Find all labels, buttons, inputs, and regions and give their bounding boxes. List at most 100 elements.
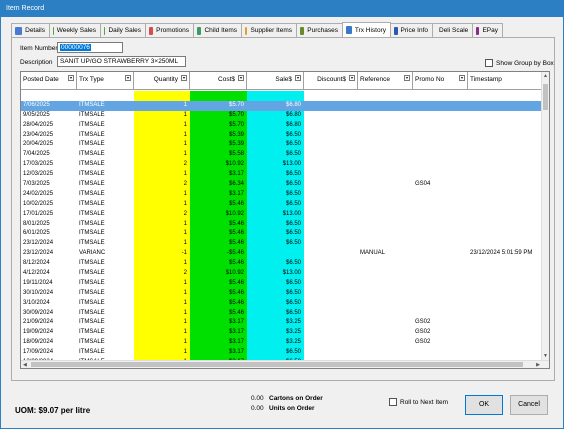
table-row[interactable]: 30/09/2024 ITMSALE 1 $5.46 $6.50: [21, 308, 543, 319]
table-row[interactable]: 3/10/2024 ITMSALE 1 $5.46 $6.50: [21, 298, 543, 309]
filter-icon[interactable]: ▾: [68, 75, 74, 81]
tab-epay[interactable]: EPay: [472, 23, 503, 37]
horizontal-scrollbar[interactable]: ◀ ▶: [21, 360, 549, 368]
cell-ref: [358, 298, 413, 309]
table-row[interactable]: 21/09/2024 ITMSALE 1 $3.17 $3.25 GS02: [21, 318, 543, 329]
table-row[interactable]: 28/04/2025 ITMSALE 1 $5.70 $6.80: [21, 120, 543, 131]
column-header-ts[interactable]: Timestamp: [468, 72, 543, 90]
filter-icon[interactable]: ▾: [459, 75, 465, 81]
roll-next-checkbox[interactable]: [389, 398, 397, 406]
tab-deli-scale[interactable]: Deli Scale: [432, 23, 473, 37]
vertical-scrollbar[interactable]: ▲ ▼: [541, 72, 549, 360]
cell-cost: $5.39: [190, 130, 247, 141]
description-field[interactable]: SANIT UP/GO STRAWBERRY 3×250ML: [57, 56, 186, 67]
cell-type: ITMSALE: [77, 269, 134, 279]
table-row[interactable]: 6/01/2025 ITMSALE 1 $5.46 $6.50: [21, 229, 543, 240]
cell-sale: $6.50: [247, 130, 304, 141]
tab-supplier-items[interactable]: Supplier Items: [241, 23, 297, 37]
cell-date: 23/12/2024: [21, 239, 77, 250]
table-row[interactable]: 23/12/2024 VARIANC -1 -$5.46 MANUAL 23/12/202…: [21, 249, 543, 260]
cell-ref: [358, 110, 413, 121]
table-row[interactable]: 19/09/2024 ITMSALE 1 $3.17 $3.25 GS02: [21, 328, 543, 339]
table-row[interactable]: 10/02/2025 ITMSALE 1 $5.46 $6.50: [21, 199, 543, 210]
table-row[interactable]: 7/03/2025 ITMSALE 2 $6.34 $6.50 GS04: [21, 180, 543, 190]
filter-icon[interactable]: ▾: [125, 75, 131, 81]
table-row[interactable]: 8/12/2024 ITMSALE 1 $5.46 $6.50: [21, 259, 543, 270]
column-header-ref[interactable]: Reference ▾: [358, 72, 413, 90]
table-row[interactable]: 9/05/2025 ITMSALE 1 $5.70 $6.80: [21, 110, 543, 121]
table-row[interactable]: 7/06/2025 ITMSALE 1 $5.70 $6.80: [21, 100, 543, 111]
cell-disc: [304, 189, 358, 200]
cell-sale: $6.50: [247, 229, 304, 240]
table-row[interactable]: 17/09/2024 ITMSALE 1 $3.17 $6.50: [21, 348, 543, 359]
cell-type: ITMSALE: [77, 259, 134, 270]
cell-ts: [468, 338, 543, 349]
table-row[interactable]: 8/01/2025 ITMSALE 1 $5.46 $6.50: [21, 219, 543, 230]
item-number-value: 00000076: [60, 44, 91, 51]
cell-qty: 2: [134, 269, 190, 279]
table-row[interactable]: 4/09/2024ITMSALE1$3.13$6.50: [21, 367, 543, 368]
cell-promo: [413, 259, 468, 270]
table-row[interactable]: 18/09/2024 ITMSALE 1 $3.17 $3.25 GS02: [21, 338, 543, 349]
column-header-promo[interactable]: Promo No ▾: [413, 72, 468, 90]
table-row[interactable]: 23/04/2025 ITMSALE 1 $5.39 $6.50: [21, 130, 543, 141]
show-group-checkbox[interactable]: [485, 59, 493, 67]
column-header-qty[interactable]: Quantity ▾: [134, 72, 190, 90]
table-row[interactable]: 24/02/2025 ITMSALE 1 $3.17 $6.50: [21, 189, 543, 200]
cell-ts: [468, 298, 543, 309]
table-row[interactable]: 30/10/2024 ITMSALE 1 $5.46 $6.50: [21, 288, 543, 299]
column-header-cost[interactable]: Cost$ ▾: [190, 72, 247, 90]
filter-icon[interactable]: ▾: [404, 75, 410, 81]
filter-icon[interactable]: ▾: [349, 75, 355, 81]
filter-icon[interactable]: ▾: [238, 75, 244, 81]
table-row[interactable]: 17/01/2025 ITMSALE 2 $10.92 $13.00: [21, 209, 543, 220]
filter-icon[interactable]: ▾: [181, 75, 187, 81]
vertical-scroll-thumb[interactable]: [543, 84, 548, 110]
horizontal-scroll-thumb[interactable]: [31, 362, 523, 367]
tab-details[interactable]: Details: [11, 23, 50, 37]
cell-date: 7/06/2025: [21, 100, 77, 111]
table-row[interactable]: 20/04/2025 ITMSALE 1 $5.39 $6.50: [21, 140, 543, 151]
cell-date: 23/12/2024: [21, 249, 77, 260]
cell-cost: $5.58: [190, 150, 247, 161]
tab-weekly-sales[interactable]: Weekly Sales: [49, 23, 101, 37]
column-header-type[interactable]: Trx Type ▾: [77, 72, 134, 90]
tab-price-info[interactable]: Price Info: [390, 23, 433, 37]
cell-sale: $6.50: [247, 259, 304, 270]
cell-disc: [304, 367, 358, 368]
cell-promo: [413, 278, 468, 289]
cell-qty: 1: [134, 199, 190, 210]
column-header-label: Posted Date: [23, 76, 59, 83]
table-row[interactable]: 7/04/2025 ITMSALE 1 $5.58 $6.50: [21, 150, 543, 161]
scroll-down-icon[interactable]: ▼: [543, 353, 548, 359]
cartons-value: 0.00: [251, 395, 264, 402]
cell-promo: GS04: [413, 180, 468, 190]
cell-ref: [358, 219, 413, 230]
cell-date: 18/09/2024: [21, 338, 77, 349]
tab-promotions[interactable]: Promotions: [145, 23, 194, 37]
purchases-icon: [300, 26, 305, 35]
cell-sale: $6.50: [247, 288, 304, 299]
filter-icon[interactable]: ▾: [295, 75, 301, 81]
column-header-date[interactable]: Posted Date ▾: [21, 72, 77, 90]
tab-daily-sales[interactable]: Daily Sales: [100, 23, 146, 37]
column-header-sale[interactable]: Sale$ ▾: [247, 72, 304, 90]
table-row[interactable]: 12/03/2025 ITMSALE 1 $3.17 $6.50: [21, 170, 543, 181]
table-row[interactable]: 4/12/2024 ITMSALE 2 $10.92 $13.00: [21, 269, 543, 279]
scroll-right-icon[interactable]: ▶: [536, 362, 540, 368]
table-row[interactable]: 17/03/2025 ITMSALE 2 $10.92 $13.00: [21, 160, 543, 171]
cell-type: ITMSALE: [77, 140, 134, 151]
cancel-button[interactable]: Cancel: [510, 395, 548, 415]
column-header-disc[interactable]: Discount$ ▾: [304, 72, 358, 90]
tab-child-items[interactable]: Child Items: [193, 23, 242, 37]
tab-purchases[interactable]: Purchases: [296, 23, 343, 37]
ok-button[interactable]: OK: [465, 395, 503, 415]
tab-trx-history[interactable]: Trx History: [342, 22, 391, 37]
table-row[interactable]: 23/12/2024 ITMSALE 1 $5.46 $6.50: [21, 239, 543, 250]
table-row[interactable]: 19/11/2024 ITMSALE 1 $5.46 $6.50: [21, 278, 543, 289]
item-number-field[interactable]: 00000076: [57, 42, 123, 53]
scroll-left-icon[interactable]: ◀: [23, 362, 27, 368]
scroll-up-icon[interactable]: ▲: [543, 73, 548, 79]
cell-type: ITMSALE: [77, 120, 134, 131]
table-row[interactable]: [21, 91, 543, 101]
